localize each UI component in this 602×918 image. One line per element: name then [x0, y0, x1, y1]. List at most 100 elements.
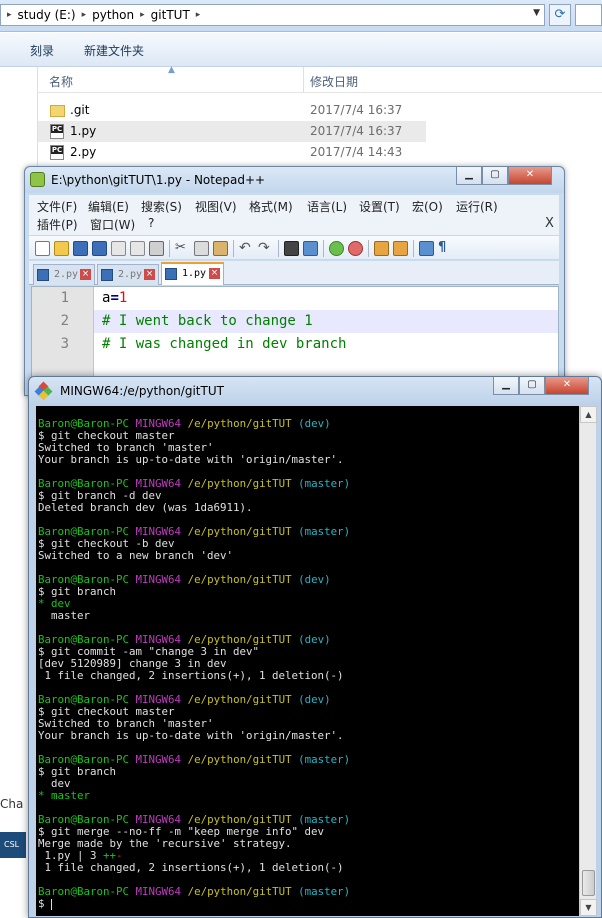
- sync-scroll-icon[interactable]: [374, 241, 389, 256]
- chevron-right-icon: ▸: [195, 10, 201, 20]
- output-line: 1 file changed, 2 insertions(+), 1 delet…: [38, 669, 344, 682]
- close-all-icon[interactable]: [130, 241, 145, 256]
- address-input[interactable]: ▸ study (E:) ▸ python ▸ gitTUT ▸ ▼: [0, 4, 545, 26]
- breadcrumb-python[interactable]: python: [88, 8, 138, 22]
- zoom-out-icon[interactable]: [348, 241, 363, 256]
- code-line-current[interactable]: # I went back to change 1: [94, 310, 558, 333]
- menu-edit[interactable]: 编辑(E): [88, 198, 129, 215]
- file-row[interactable]: .git 2017/7/4 16:37: [38, 100, 426, 121]
- menu-format[interactable]: 格式(M): [249, 198, 293, 215]
- window-controls: ▁ ▢ ✕: [493, 377, 589, 395]
- undo-icon[interactable]: ↶: [239, 241, 254, 256]
- menu-window[interactable]: 窗口(W): [90, 216, 135, 233]
- prompt-branch: (dev): [298, 693, 331, 706]
- scrollbar-thumb[interactable]: [582, 870, 595, 896]
- column-name-header[interactable]: 名称: [49, 73, 73, 90]
- tab-2-py[interactable]: 2.py ×: [97, 264, 159, 285]
- terminal-output[interactable]: Baron@Baron-PC MINGW64 /e/python/gitTUT …: [36, 406, 579, 916]
- output-line: Your branch is up-to-date with 'origin/m…: [38, 729, 344, 742]
- search-input[interactable]: [575, 4, 602, 26]
- close-button[interactable]: ✕: [545, 377, 589, 395]
- menu-plugins[interactable]: 插件(P): [37, 216, 78, 233]
- close-icon[interactable]: ×: [144, 269, 155, 280]
- paste-icon[interactable]: [213, 241, 228, 256]
- nav-item-partial[interactable]: Cha: [0, 797, 23, 811]
- redo-icon[interactable]: ↷: [258, 241, 273, 256]
- chevron-down-icon[interactable]: ▼: [533, 8, 540, 18]
- refresh-button[interactable]: ⟳: [549, 4, 571, 26]
- notepadpp-titlebar[interactable]: E:\python\gitTUT\1.py - Notepad++ ▁ ▢ ✕: [25, 167, 564, 193]
- terminal-titlebar[interactable]: MINGW64:/e/python/gitTUT ▁ ▢ ✕: [29, 377, 601, 405]
- open-file-icon[interactable]: [54, 241, 69, 256]
- close-file-icon[interactable]: [111, 241, 126, 256]
- menu-run[interactable]: 运行(R): [456, 198, 498, 215]
- maximize-button[interactable]: ▢: [482, 167, 508, 185]
- close-icon[interactable]: ×: [80, 269, 91, 280]
- tab-2-py[interactable]: 2.py ×: [33, 264, 95, 285]
- file-row[interactable]: PC 1.py 2017/7/4 16:37: [38, 121, 426, 142]
- current-branch-line: * master: [38, 789, 91, 802]
- minimize-button[interactable]: ▁: [456, 167, 482, 185]
- breadcrumb-gittut[interactable]: gitTUT: [147, 8, 194, 22]
- terminal-window: MINGW64:/e/python/gitTUT ▁ ▢ ✕ Baron@Bar…: [28, 376, 602, 918]
- file-row[interactable]: PC 2.py 2017/7/4 14:43: [38, 142, 426, 163]
- chevron-right-icon: ▸: [7, 10, 12, 20]
- burn-button[interactable]: 刻录: [30, 42, 54, 59]
- tab-1-py[interactable]: 1.py ×: [161, 262, 224, 285]
- menu-search[interactable]: 搜索(S): [141, 198, 182, 215]
- output-line: master: [38, 609, 91, 622]
- print-icon[interactable]: [149, 241, 164, 256]
- scroll-up-icon[interactable]: ▲: [580, 406, 597, 423]
- menu-language[interactable]: 语言(L): [307, 198, 347, 215]
- taskbar-icon[interactable]: CSL: [0, 832, 26, 858]
- new-folder-button[interactable]: 新建文件夹: [84, 42, 144, 59]
- column-divider[interactable]: [303, 67, 304, 93]
- zoom-in-icon[interactable]: [329, 241, 344, 256]
- save-all-icon[interactable]: [92, 241, 107, 256]
- close-icon[interactable]: ×: [209, 268, 220, 279]
- python-file-icon: PC: [50, 145, 64, 160]
- menu-view[interactable]: 视图(V): [195, 198, 237, 215]
- code-line[interactable]: # I was changed in dev branch: [94, 333, 558, 356]
- menu-help[interactable]: ?: [148, 216, 154, 230]
- output-line: Your branch is up-to-date with 'origin/m…: [38, 453, 344, 466]
- column-headers: 名称 ▲ 修改日期: [38, 65, 602, 93]
- save-icon[interactable]: [73, 241, 88, 256]
- indent-guide-icon[interactable]: [419, 241, 434, 256]
- text-cursor: [51, 898, 57, 910]
- minimize-button[interactable]: ▁: [493, 377, 519, 395]
- wrap-icon[interactable]: [393, 241, 408, 256]
- prompt-path: /e/python/gitTUT: [187, 573, 292, 586]
- prompt-branch: (master): [298, 525, 351, 538]
- input-line[interactable]: $: [38, 898, 57, 910]
- column-date-header[interactable]: 修改日期: [310, 73, 358, 90]
- cut-icon[interactable]: ✂: [175, 241, 190, 256]
- copy-icon[interactable]: [194, 241, 209, 256]
- window-title: MINGW64:/e/python/gitTUT: [60, 384, 224, 398]
- close-button[interactable]: ✕: [508, 167, 552, 185]
- code-line[interactable]: a=1: [94, 287, 558, 310]
- scroll-down-icon[interactable]: ▼: [580, 899, 597, 916]
- prompt-branch: (dev): [298, 573, 331, 586]
- git-bash-icon: [34, 381, 53, 401]
- file-date: 2017/7/4 14:43: [310, 145, 403, 159]
- replace-icon[interactable]: [303, 241, 318, 256]
- save-icon: [101, 269, 113, 281]
- folder-icon: [50, 105, 65, 117]
- chevron-right-icon: ▸: [140, 10, 145, 20]
- menu-macro[interactable]: 宏(O): [412, 198, 443, 215]
- new-file-icon[interactable]: [35, 241, 50, 256]
- show-all-chars-icon[interactable]: ¶: [438, 241, 453, 256]
- menu-file[interactable]: 文件(F): [37, 198, 77, 215]
- prompt-path: /e/python/gitTUT: [187, 525, 292, 538]
- file-date: 2017/7/4 16:37: [310, 124, 403, 138]
- scrollbar[interactable]: ▲ ▼: [579, 406, 597, 916]
- maximize-button[interactable]: ▢: [519, 377, 545, 395]
- breadcrumb-drive[interactable]: study (E:): [14, 8, 80, 22]
- close-document-button[interactable]: X: [545, 216, 554, 231]
- find-icon[interactable]: [284, 241, 299, 256]
- line-number: 1: [60, 290, 69, 306]
- prompt-env: MINGW64: [135, 885, 182, 898]
- menu-settings[interactable]: 设置(T): [359, 198, 400, 215]
- prompt-path: /e/python/gitTUT: [187, 885, 292, 898]
